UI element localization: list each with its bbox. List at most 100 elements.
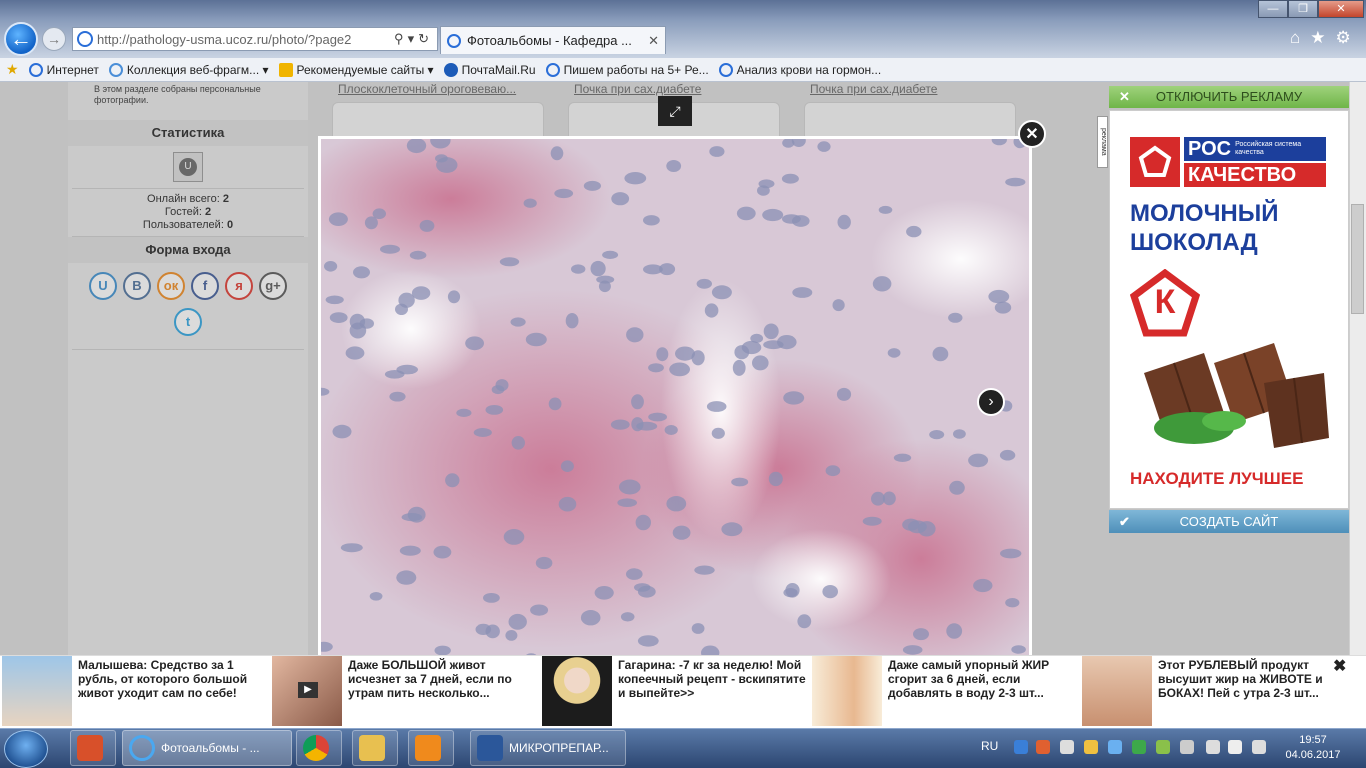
- taskbar-explorer[interactable]: [352, 730, 398, 766]
- tray-icon[interactable]: [1084, 740, 1098, 754]
- fav-item-blood-test[interactable]: Анализ крови на гормон...: [718, 62, 881, 77]
- web-page: В этом разделе собраны персональные фото…: [0, 82, 1366, 655]
- back-button[interactable]: ←: [4, 22, 38, 56]
- fav-item-webslices[interactable]: Коллекция веб-фрагм... ▾: [108, 62, 269, 77]
- signal-icon[interactable]: [1252, 740, 1266, 754]
- cell-nucleus: [783, 588, 798, 598]
- news-item[interactable]: Гагарина: -7 кг за неделю! Мой копеечный…: [542, 656, 812, 729]
- volume-icon[interactable]: [1228, 740, 1242, 754]
- cell-nucleus: [445, 473, 460, 488]
- create-site-button[interactable]: ✔ СОЗДАТЬ САЙТ: [1109, 510, 1349, 533]
- cell-nucleus: [913, 628, 929, 641]
- cell-nucleus: [475, 623, 492, 635]
- taskbar-browser-window[interactable]: Фотоальбомы - ...: [122, 730, 292, 766]
- tray-icon[interactable]: [1014, 740, 1028, 754]
- disable-ads-button[interactable]: ✕ ОТКЛЮЧИТЬ РЕКЛАМУ: [1109, 86, 1349, 108]
- cell-nucleus: [620, 612, 635, 622]
- gear-icon[interactable]: ⚙: [1336, 28, 1351, 48]
- cell-nucleus: [768, 471, 783, 487]
- scrollbar-thumb[interactable]: [1351, 204, 1364, 314]
- address-bar[interactable]: http://pathology-usma.ucoz.ru/photo/?pag…: [72, 27, 438, 51]
- lightbox-next-icon[interactable]: ›: [977, 388, 1005, 416]
- taskbar-chrome[interactable]: [296, 730, 342, 766]
- news-ad-strip: Малышева: Средство за 1 рубль, от которо…: [0, 655, 1366, 728]
- cell-nucleus: [565, 313, 579, 329]
- tray-icon[interactable]: [1180, 740, 1194, 754]
- network-icon[interactable]: [1206, 740, 1220, 754]
- home-icon[interactable]: ⌂: [1290, 28, 1300, 48]
- cell-nucleus: [946, 623, 963, 639]
- fav-item-internet[interactable]: Интернет: [28, 62, 99, 77]
- ad-product: МОЛОЧНЫЙ ШОКОЛАД: [1130, 200, 1279, 256]
- forward-button[interactable]: →: [42, 27, 66, 51]
- cell-nucleus: [893, 453, 912, 462]
- cell-nucleus: [872, 276, 892, 292]
- tray-icon[interactable]: [1132, 740, 1146, 754]
- lightbox-close-icon[interactable]: ✕: [1018, 120, 1046, 148]
- taskbar-app-ie-old[interactable]: [70, 730, 116, 766]
- cell-nucleus: [503, 529, 525, 545]
- tray-icon[interactable]: [1060, 740, 1074, 754]
- cell-nucleus: [399, 545, 421, 556]
- clock-date: 04.06.2017: [1285, 749, 1341, 761]
- cell-nucleus: [782, 214, 801, 224]
- cell-nucleus: [560, 460, 574, 473]
- folder-icon: [359, 735, 385, 761]
- cell-nucleus: [783, 391, 805, 405]
- language-indicator[interactable]: RU: [981, 739, 998, 753]
- tray-icon[interactable]: [1108, 740, 1122, 754]
- cell-nucleus: [637, 635, 659, 647]
- cell-nucleus: [419, 219, 435, 232]
- cell-nucleus: [763, 340, 784, 350]
- cell-nucleus: [1005, 598, 1020, 608]
- chocolate-image: [1124, 343, 1334, 453]
- page-scrollbar[interactable]: [1349, 82, 1366, 655]
- lightbox-photo[interactable]: [318, 136, 1032, 655]
- news-thumb: [2, 656, 72, 726]
- search-refresh-icons[interactable]: ⚲▾↻: [394, 31, 437, 47]
- news-item[interactable]: ▶ Даже БОЛЬШОЙ живот исчезнет за 7 дней,…: [272, 656, 542, 729]
- expand-icon[interactable]: ⤢: [658, 96, 692, 126]
- maximize-button[interactable]: ❐: [1288, 0, 1318, 18]
- cell-nucleus: [762, 208, 784, 222]
- ad-banner[interactable]: РОС Российская система качества КАЧЕСТВО…: [1109, 110, 1349, 509]
- tab-close-icon[interactable]: ✕: [648, 33, 659, 49]
- fav-item-suggested[interactable]: Рекомендуемые сайты ▾: [278, 62, 434, 77]
- minimize-button[interactable]: —: [1258, 0, 1288, 18]
- cell-nucleus: [711, 427, 725, 439]
- news-item[interactable]: Этот РУБЛЕВЫЙ продукт высушит жир на ЖИВ…: [1082, 656, 1352, 729]
- taskbar-word[interactable]: МИКРОПРЕПАР...: [470, 730, 626, 766]
- cell-nucleus: [862, 516, 882, 526]
- tray-icon[interactable]: [1036, 740, 1050, 754]
- news-close-icon[interactable]: ✖: [1333, 656, 1346, 676]
- start-button[interactable]: [4, 730, 48, 768]
- news-item[interactable]: Малышева: Средство за 1 рубль, от которо…: [2, 656, 272, 729]
- cell-nucleus: [465, 336, 484, 351]
- system-clock[interactable]: 19:57 04.06.2017: [1278, 733, 1348, 763]
- fav-item-essays[interactable]: Пишем работы на 5+ Ре...: [545, 62, 709, 77]
- cell-nucleus: [825, 465, 841, 477]
- chrome-icon: [303, 735, 329, 761]
- favorites-star-icon[interactable]: ★: [1310, 28, 1325, 48]
- news-item[interactable]: Даже самый упорный ЖИР сгорит за 6 дней,…: [812, 656, 1082, 729]
- close-window-button[interactable]: ✕: [1318, 0, 1364, 18]
- cell-nucleus: [530, 604, 549, 616]
- brand-small: Российская система качества: [1235, 141, 1302, 156]
- cell-nucleus: [580, 610, 601, 626]
- fav-item-mail[interactable]: ПочтаMail.Ru: [443, 62, 536, 77]
- favorites-add-icon[interactable]: ★: [6, 61, 19, 78]
- address-url[interactable]: http://pathology-usma.ucoz.ru/photo/?pag…: [97, 32, 394, 47]
- micrograph-image: [321, 139, 1029, 655]
- cell-nucleus: [411, 286, 431, 300]
- ad-mark-label[interactable]: реклама: [1097, 116, 1108, 168]
- cell-nucleus: [329, 312, 348, 323]
- cell-nucleus: [619, 479, 641, 495]
- taskbar-media[interactable]: [408, 730, 454, 766]
- cell-nucleus: [602, 250, 619, 259]
- browser-tab-active[interactable]: Фотоальбомы - Кафедра ... ✕: [440, 26, 666, 54]
- cell-nucleus: [709, 146, 725, 157]
- cell-nucleus: [328, 212, 348, 226]
- cell-nucleus: [624, 172, 647, 185]
- cell-nucleus: [721, 522, 743, 537]
- tray-icon[interactable]: [1156, 740, 1170, 754]
